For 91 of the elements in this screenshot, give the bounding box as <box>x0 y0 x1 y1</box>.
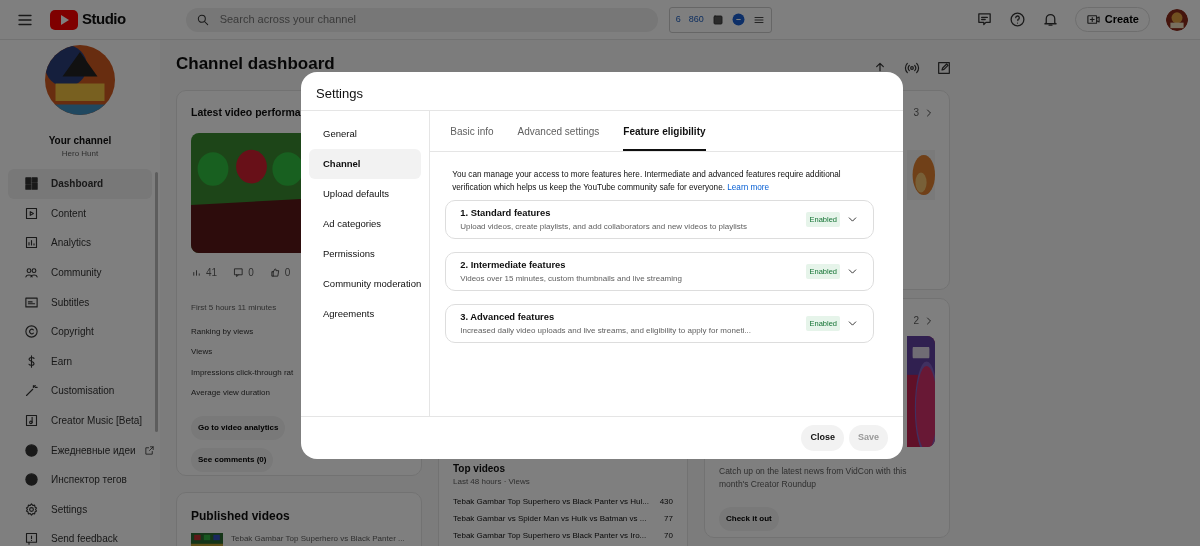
feature-description: Upload videos, create playlists, and add collaborators and new videos to playlists <box>460 220 749 233</box>
sidebar-item[interactable]: Send feedback <box>8 524 152 546</box>
card-title: Published videos <box>191 508 291 525</box>
metric-label: Views <box>191 346 213 359</box>
view-count: 77 <box>664 513 673 525</box>
edit-icon[interactable] <box>936 60 952 76</box>
stat-value: 0 <box>248 265 254 280</box>
sidebar-item[interactable]: Community <box>8 257 152 288</box>
circle-icon <box>24 442 39 458</box>
comment-icon <box>233 266 245 278</box>
bell-icon[interactable] <box>1041 11 1059 28</box>
sidebar-item[interactable]: Subtitles <box>8 287 152 317</box>
broadcast-icon[interactable] <box>904 60 920 76</box>
card-subtitle: Last 48 hours · Views <box>453 476 531 488</box>
extension-value: 6 <box>675 12 681 26</box>
video-title: Tebak Gambar Top Superhero vs Black Panter vs Iro... <box>453 530 647 542</box>
period-label: First 5 hours 11 minutes <box>191 301 277 314</box>
extension-value: 860 <box>688 12 704 26</box>
create-button[interactable]: Create <box>1074 7 1150 32</box>
view-count: 70 <box>664 530 673 542</box>
feature-description: Videos over 15 minutes, custom thumbnails and live streaming <box>460 272 683 285</box>
circle-icon[interactable] <box>731 13 745 26</box>
sidebar-item[interactable]: Creator Music [Beta] <box>8 405 152 436</box>
feedback-icon <box>24 531 39 546</box>
metric-label: Impressions click-through rat <box>191 366 294 379</box>
feature-title: 2. Intermediate features <box>460 258 567 273</box>
play-logo-icon[interactable] <box>50 9 78 30</box>
learn-more-link[interactable]: Learn more <box>727 183 770 192</box>
action-button[interactable]: Go to video analytics <box>191 415 286 440</box>
add-video-icon <box>1085 12 1101 27</box>
search-field[interactable]: Search across your channel <box>217 10 638 29</box>
channel-name: Hero Hunt <box>61 148 99 160</box>
settings-nav-item[interactable]: Channel <box>309 149 422 179</box>
play-box-icon <box>24 205 39 221</box>
tab[interactable]: Basic info <box>450 111 494 151</box>
action-button[interactable]: See comments (0) <box>191 447 274 472</box>
pager-text: 3 <box>913 106 919 120</box>
metric-label: Ranking by views <box>191 325 254 338</box>
sidebar-item[interactable]: Ежедневные идеи <box>8 435 152 465</box>
sidebar-item[interactable]: Analytics <box>8 228 152 258</box>
copyright-icon <box>24 324 39 340</box>
stat-value: 0 <box>284 265 291 280</box>
feature-description: Increased daily video uploads and live streams, and eligibility to apply for moneti... <box>460 324 753 337</box>
news-description: Catch up on the latest news from VidCon with this month's Creator Roundup <box>719 465 908 491</box>
magic-wand-icon <box>24 383 39 399</box>
music-note-icon <box>24 413 39 429</box>
close-button[interactable]: Close <box>801 425 844 451</box>
feature-title: 3. Advanced features <box>460 310 556 325</box>
settings-nav-item[interactable]: Agreements <box>309 299 422 329</box>
sidebar-item[interactable]: Инспектор тегов <box>8 464 152 495</box>
extension-widget[interactable]: 6 860 <box>668 6 772 33</box>
video-title: Tebak Gambar Top Superhero vs Black Panter vs Hul... <box>453 496 649 508</box>
tab[interactable]: Feature eligibility <box>623 111 706 151</box>
search-bar[interactable]: Search across your channel <box>185 7 658 32</box>
circle-icon <box>24 472 39 488</box>
check-it-out-button[interactable]: Check it out <box>719 507 779 531</box>
bar-chart-icon <box>24 235 39 251</box>
sidebar-item[interactable]: Settings <box>8 494 152 525</box>
settings-nav-item[interactable]: Upload defaults <box>309 179 422 209</box>
view-count: 430 <box>659 496 673 508</box>
dashboard-icon <box>24 176 39 192</box>
tab[interactable]: Advanced settings <box>517 111 600 151</box>
metric-label: Average view duration <box>191 387 270 400</box>
sidebar-item[interactable]: Earn <box>8 346 152 377</box>
settings-nav-item[interactable]: Community moderation <box>309 269 422 299</box>
card-title: Top videos <box>453 462 507 476</box>
card-title: Latest video performa <box>191 105 301 120</box>
pager-text: 2 <box>913 314 919 328</box>
subtitles-icon <box>24 294 39 310</box>
feedback-icon[interactable] <box>975 11 993 28</box>
channel-title: Your channel <box>48 134 112 148</box>
box-icon <box>711 13 724 26</box>
settings-icon <box>24 501 39 517</box>
sidebar-item[interactable]: Content <box>8 198 152 229</box>
intro-paragraph: You can manage your access to more features here. Intermediate and advanced features require additional verification which helps us keep the YouTube community safe for everyone. Learn more <box>452 169 842 194</box>
stat-value: 41 <box>206 265 218 280</box>
video-title: Tebak Gambar Top Superhero vs Black Panter ... <box>231 533 405 545</box>
help-icon[interactable] <box>1008 11 1026 28</box>
settings-nav-item[interactable]: Ad categories <box>309 209 422 239</box>
sidebar-item[interactable]: Dashboard <box>8 169 152 199</box>
thumb-up-icon <box>269 266 281 278</box>
video-title: Tebak Gambar vs Spider Man vs Hulk vs Batman vs ... <box>453 513 647 525</box>
page-title: Channel dashboard <box>176 54 335 75</box>
logo-text[interactable]: Studio <box>82 8 126 31</box>
dialog-title: Settings <box>301 72 903 111</box>
sidebar-item[interactable]: Copyright <box>8 316 152 347</box>
feature-title: 1. Standard features <box>460 206 552 221</box>
search-icon[interactable] <box>195 12 210 27</box>
sidebar-item[interactable]: Customisation <box>8 376 152 406</box>
settings-nav-item[interactable]: Permissions <box>309 239 422 269</box>
settings-nav-item[interactable]: General <box>309 119 422 149</box>
